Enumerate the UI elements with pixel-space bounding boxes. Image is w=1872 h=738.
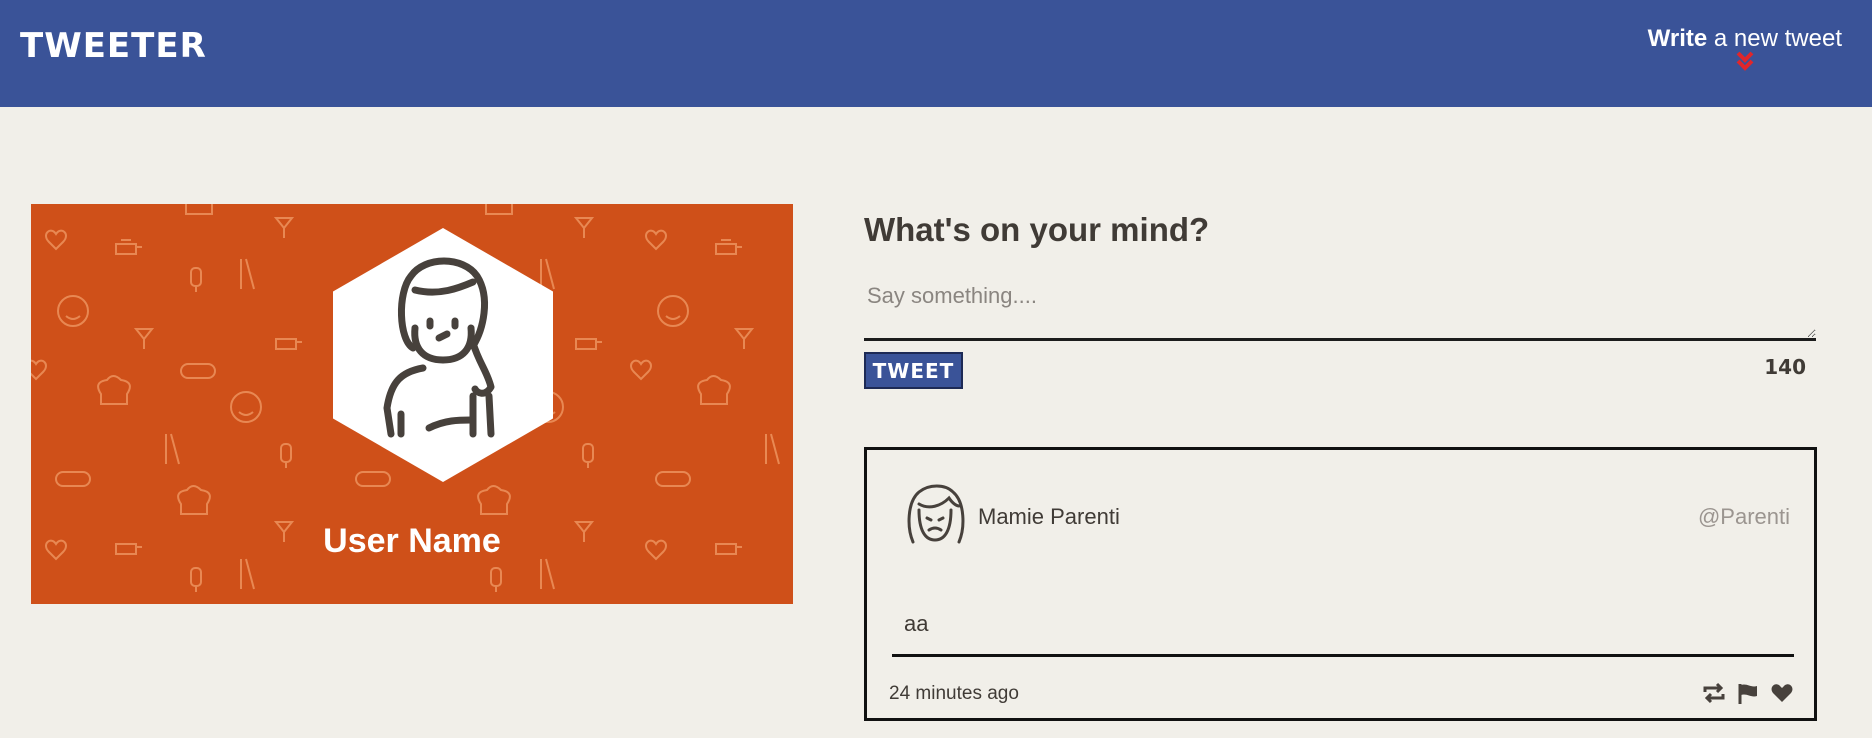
profile-username: User Name: [323, 522, 501, 560]
write-label-rest: a new tweet: [1707, 25, 1842, 52]
tweet-author-handle[interactable]: @Parenti: [1698, 504, 1790, 530]
navbar: TWEETER Write a new tweet: [0, 0, 1872, 107]
tweet-text: aa: [892, 605, 1794, 657]
compose-section: What's on your mind? TWEET 140: [864, 205, 1816, 389]
flag-icon[interactable]: [1736, 682, 1760, 704]
tweet-actions: [1702, 682, 1794, 704]
double-chevron-down-icon[interactable]: [1735, 50, 1755, 72]
write-label-bold: Write: [1647, 25, 1708, 52]
tweet-submit-button[interactable]: TWEET: [864, 352, 963, 389]
compose-title: What's on your mind?: [864, 211, 1210, 248]
tweet-input[interactable]: [864, 275, 1816, 341]
heart-icon[interactable]: [1770, 682, 1794, 704]
tweet-author-name[interactable]: Mamie Parenti: [978, 504, 1120, 530]
tweet-timestamp: 24 minutes ago: [889, 683, 1019, 704]
brand-logo[interactable]: TWEETER: [20, 26, 207, 66]
retweet-icon[interactable]: [1702, 682, 1726, 704]
write-new-tweet-link[interactable]: Write a new tweet: [1648, 24, 1842, 72]
user-avatar: [333, 228, 553, 482]
tweet-card: Mamie Parenti @Parenti aa 24 minutes ago: [864, 447, 1817, 721]
profile-card: User Name: [31, 204, 793, 604]
tweet-author-avatar: [907, 484, 965, 544]
character-counter: 140: [1764, 355, 1806, 379]
